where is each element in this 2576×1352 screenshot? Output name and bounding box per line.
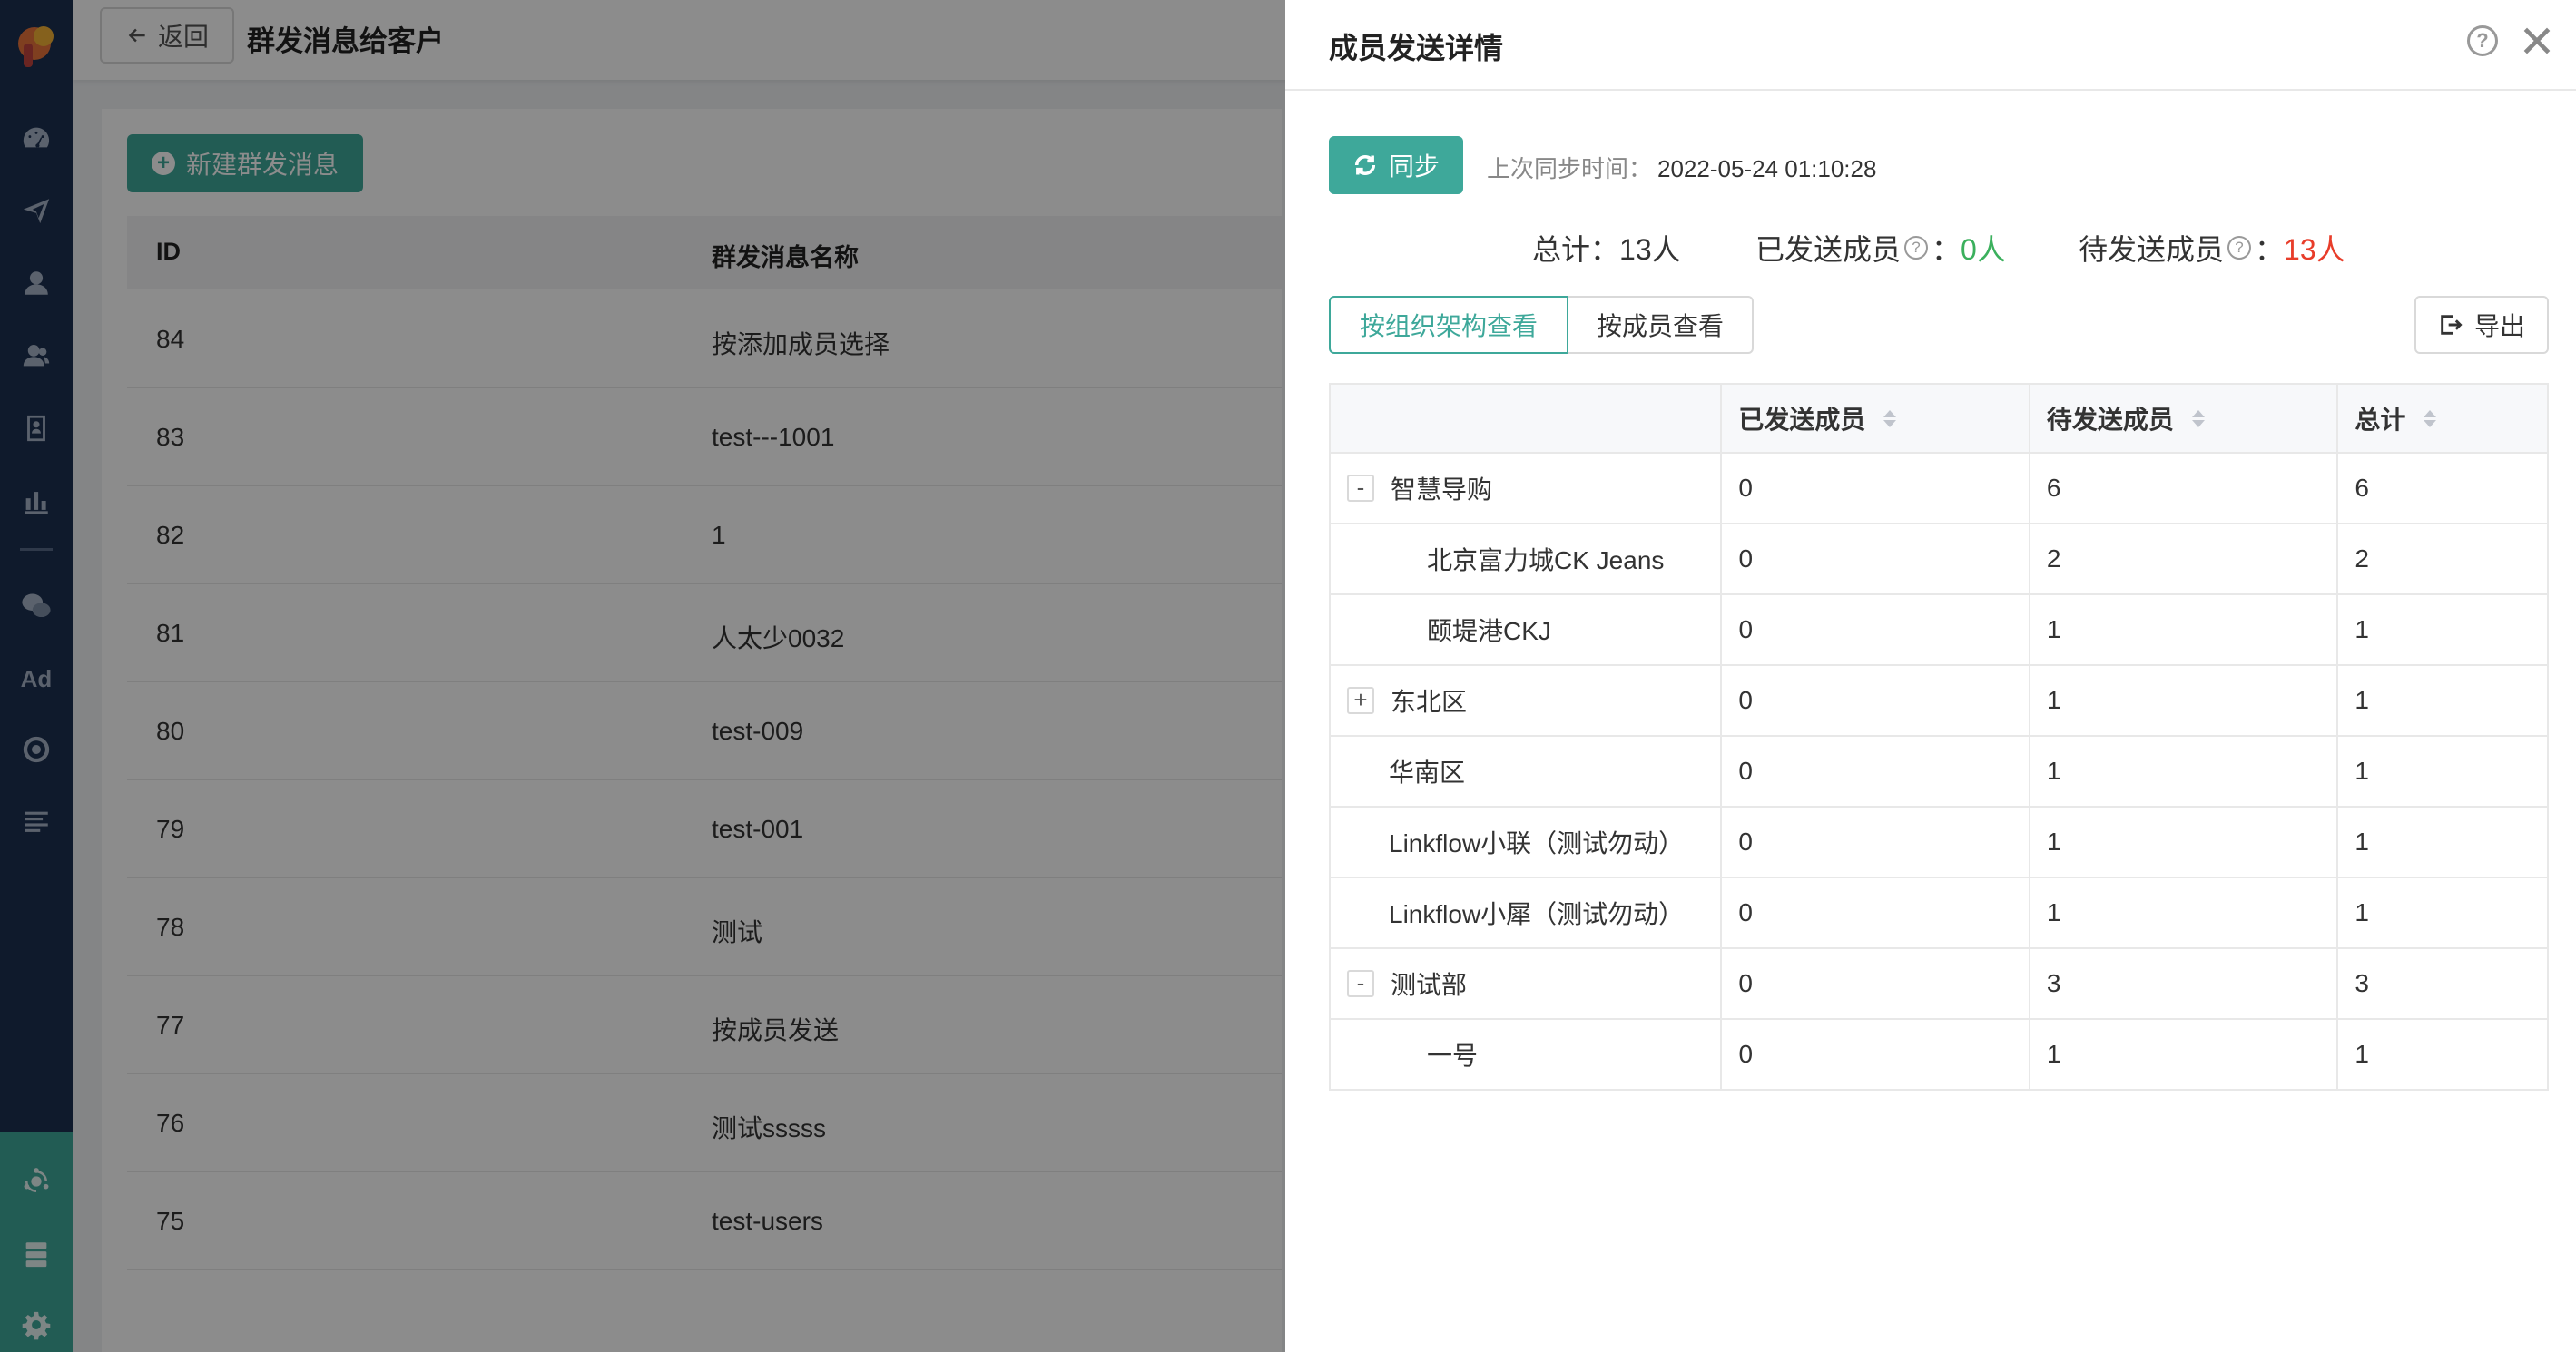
- last-sync-time: 2022-05-24 01:10:28: [1657, 155, 1877, 182]
- org-name: 华南区: [1389, 759, 1466, 787]
- pending-cell: 3: [2030, 949, 2339, 1018]
- sent-help-icon[interactable]: ?: [1904, 236, 1929, 260]
- sent-cell: 0: [1722, 878, 2030, 947]
- sent-cell: 0: [1722, 949, 2030, 1018]
- table-row[interactable]: Linkflow小联（测试勿动） 0 1 1: [1331, 808, 2549, 878]
- org-name-cell: 一号: [1331, 1020, 1723, 1089]
- total-cell: 1: [2338, 666, 2550, 735]
- table-row[interactable]: Linkflow小犀（测试勿动） 0 1 1: [1331, 878, 2549, 949]
- column-header-sent[interactable]: 已发送成员: [1722, 385, 2030, 452]
- total-value: 13人: [1619, 233, 1681, 266]
- org-name: Linkflow小犀（测试勿动）: [1389, 900, 1685, 928]
- column-header-label: 已发送成员: [1738, 406, 1866, 434]
- sort-icon[interactable]: [2424, 409, 2437, 427]
- org-name-cell: 颐堤港CKJ: [1331, 595, 1723, 664]
- org-name: 一号: [1427, 1042, 1479, 1070]
- sent-value: 0人: [1961, 233, 2006, 266]
- expand-icon[interactable]: +: [1347, 687, 1374, 714]
- sent-label: 已发送成员: [1755, 233, 1902, 266]
- org-name-cell: 华南区: [1331, 737, 1723, 806]
- column-header-org: [1331, 385, 1723, 452]
- table-row[interactable]: 华南区 0 1 1: [1331, 737, 2549, 808]
- sort-icon[interactable]: [1883, 409, 1897, 427]
- drawer-header: 成员发送详情 ?: [1285, 0, 2576, 91]
- pending-cell: 1: [2030, 595, 2339, 664]
- org-name-cell: + 东北区: [1331, 666, 1723, 735]
- org-name: 北京富力城CK Jeans: [1427, 546, 1665, 574]
- sent-colon: ：: [1932, 233, 1961, 266]
- last-sync-label: 上次同步时间：: [1487, 155, 1653, 182]
- org-name: Linkflow小联（测试勿动）: [1389, 829, 1685, 857]
- pending-value: 13人: [2284, 233, 2345, 266]
- org-name: 测试部: [1391, 971, 1468, 999]
- sync-button[interactable]: 同步: [1329, 136, 1463, 194]
- table-header: 已发送成员 待发送成员 总计: [1331, 385, 2550, 454]
- org-name-cell: Linkflow小联（测试勿动）: [1331, 808, 1723, 877]
- pending-cell: 6: [2030, 454, 2339, 523]
- pending-help-icon[interactable]: ?: [2227, 236, 2252, 260]
- total-cell: 1: [2338, 808, 2549, 877]
- export-button[interactable]: 导出: [2414, 296, 2549, 354]
- total-cell: 1: [2338, 878, 2549, 947]
- pending-cell: 1: [2030, 878, 2339, 947]
- org-name-cell: 北京富力城CK Jeans: [1331, 524, 1723, 593]
- total-cell: 1: [2338, 1020, 2549, 1089]
- table-row[interactable]: 北京富力城CK Jeans 0 2 2: [1331, 524, 2549, 595]
- pending-cell: 2: [2030, 524, 2339, 593]
- table-row[interactable]: + 东北区 0 1 1: [1331, 666, 2550, 737]
- refresh-icon: [1354, 155, 1376, 175]
- org-name: 颐堤港CKJ: [1427, 617, 1551, 645]
- sent-cell: 0: [1722, 808, 2030, 877]
- last-sync-info: 上次同步时间： 2022-05-24 01:10:28: [1487, 151, 1876, 184]
- stat-pending: 待发送成员 ? ： 13人: [2079, 227, 2345, 269]
- sent-cell: 0: [1722, 524, 2030, 593]
- org-name-cell: Linkflow小犀（测试勿动）: [1331, 878, 1723, 947]
- column-header-label: 待发送成员: [2046, 406, 2174, 434]
- sent-cell: 0: [1722, 666, 2030, 735]
- pending-cell: 1: [2030, 666, 2339, 735]
- pending-label: 待发送成员: [2079, 233, 2225, 266]
- total-cell: 6: [2338, 454, 2550, 523]
- column-header-label: 总计: [2355, 406, 2406, 434]
- sent-cell: 0: [1722, 1020, 2030, 1089]
- table-row[interactable]: - 智慧导购 0 6 6: [1331, 454, 2550, 524]
- total-cell: 2: [2338, 524, 2549, 593]
- stat-sent: 已发送成员 ? ： 0人: [1755, 227, 2006, 269]
- tab-by-org-structure[interactable]: 按组织架构查看: [1329, 296, 1568, 354]
- total-cell: 3: [2338, 949, 2550, 1018]
- member-send-detail-drawer: 成员发送详情 ? 同步 上次同步时间： 2022-05-24 01:10:28 总…: [1285, 0, 2576, 1352]
- total-label: 总计：: [1532, 233, 1620, 266]
- table-row[interactable]: 颐堤港CKJ 0 1 1: [1331, 595, 2549, 666]
- collapse-icon[interactable]: -: [1347, 970, 1374, 997]
- sent-cell: 0: [1722, 595, 2030, 664]
- tab-by-member[interactable]: 按成员查看: [1567, 296, 1754, 354]
- table-row[interactable]: 一号 0 1 1: [1331, 1020, 2549, 1091]
- close-icon[interactable]: [2520, 24, 2554, 58]
- sent-cell: 0: [1722, 737, 2030, 806]
- org-name: 东北区: [1391, 688, 1468, 716]
- member-detail-table: 已发送成员 待发送成员 总计 - 智慧导购 0 6 6 北京富力城CK Jean…: [1329, 383, 2550, 1091]
- column-header-pending[interactable]: 待发送成员: [2030, 385, 2339, 452]
- pending-colon: ：: [2255, 233, 2285, 266]
- sync-label: 同步: [1388, 152, 1440, 181]
- stat-total: 总计： 13人: [1532, 227, 1681, 269]
- drawer-title: 成员发送详情: [1329, 32, 1504, 64]
- pending-cell: 1: [2030, 737, 2339, 806]
- org-name-cell: - 智慧导购: [1331, 454, 1723, 523]
- total-cell: 1: [2338, 595, 2549, 664]
- export-icon: [2441, 315, 2463, 335]
- sort-icon[interactable]: [2191, 409, 2205, 427]
- export-label: 导出: [2473, 312, 2525, 340]
- pending-cell: 1: [2030, 808, 2339, 877]
- total-cell: 1: [2338, 737, 2549, 806]
- collapse-icon[interactable]: -: [1347, 475, 1374, 502]
- table-row[interactable]: - 测试部 0 3 3: [1331, 949, 2550, 1020]
- pending-cell: 1: [2030, 1020, 2339, 1089]
- org-name-cell: - 测试部: [1331, 949, 1723, 1018]
- modal-overlay[interactable]: [0, 0, 1285, 1352]
- org-name: 智慧导购: [1391, 475, 1493, 504]
- help-icon[interactable]: ?: [2467, 25, 2498, 56]
- column-header-total[interactable]: 总计: [2338, 385, 2550, 452]
- sent-cell: 0: [1722, 454, 2030, 523]
